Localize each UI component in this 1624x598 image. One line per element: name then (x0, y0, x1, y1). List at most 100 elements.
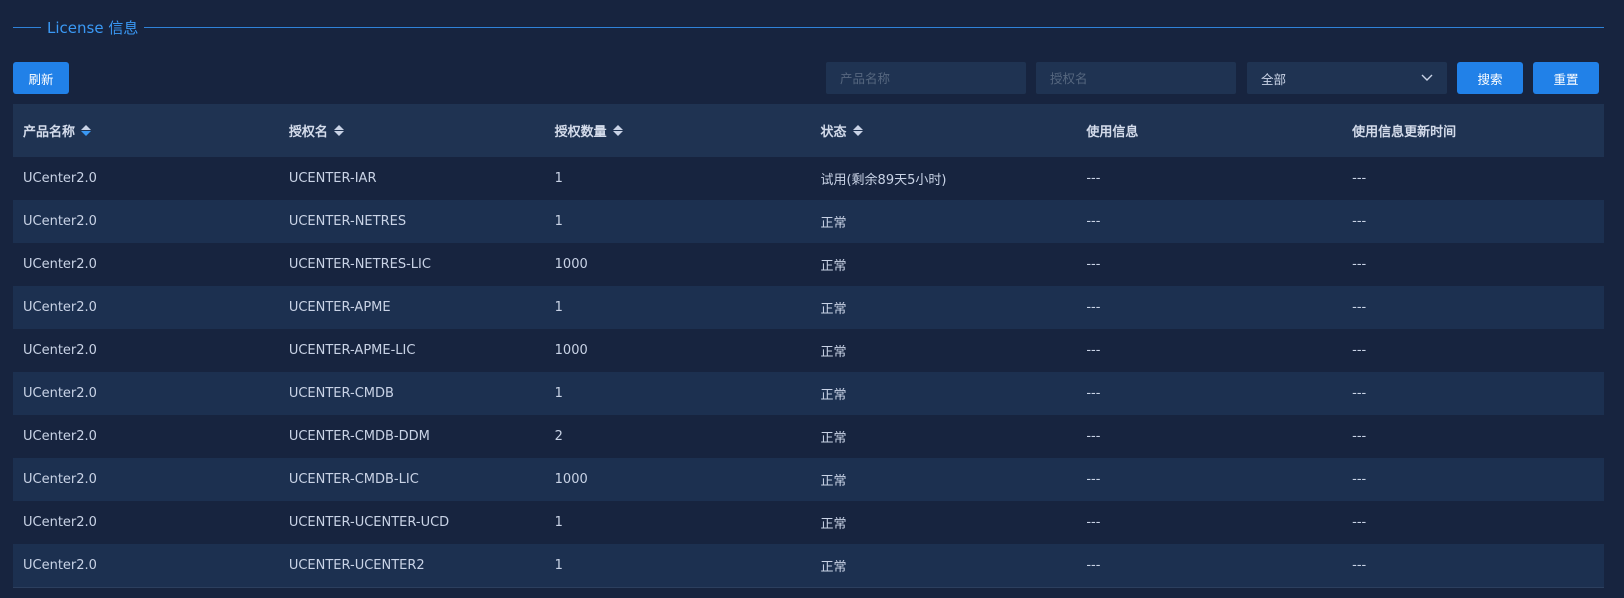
divider (13, 26, 41, 28)
auth-name-cell: UCENTER-APME (288, 300, 391, 315)
auth-name-cell: UCENTER-APME-LIC (288, 343, 416, 358)
section-title: License 信息 (47, 18, 139, 37)
auth-count-cell: 1 (554, 171, 563, 186)
product-name-cell: UCenter2.0 (23, 214, 97, 229)
usage-info-cell: --- (1086, 386, 1101, 401)
column-header-auth-name[interactable]: 授权名 (279, 121, 545, 140)
auth-name-input[interactable] (1036, 62, 1236, 94)
auth-count-cell: 1000 (554, 257, 588, 272)
usage-update-time-cell: --- (1352, 171, 1367, 186)
section-header: License 信息 (13, 14, 1604, 40)
column-header-product[interactable]: 产品名称 (13, 121, 279, 140)
usage-info-cell: --- (1086, 343, 1101, 358)
usage-update-time-cell: --- (1352, 429, 1367, 444)
refresh-button[interactable]: 刷新 (13, 62, 69, 94)
status-cell: 正常 (820, 259, 847, 274)
sort-icon[interactable] (612, 125, 623, 136)
usage-info-cell: --- (1086, 171, 1101, 186)
table-row: UCenter2.0 UCENTER-IAR 1 试用(剩余89天5小时) --- --- (13, 157, 1604, 200)
auth-count-cell: 1000 (554, 343, 588, 358)
column-header-usage-info: 使用信息 (1076, 121, 1342, 140)
toolbar: 刷新 全部 搜索 重置 (13, 62, 1604, 94)
usage-info-cell: --- (1086, 558, 1101, 573)
status-cell: 正常 (820, 216, 847, 231)
usage-info-cell: --- (1086, 300, 1101, 315)
usage-info-cell: --- (1086, 515, 1101, 530)
license-page: License 信息 刷新 全部 搜索 重置 产品名称 授权名 授权数 (0, 0, 1624, 598)
product-name-cell: UCenter2.0 (23, 257, 97, 272)
search-button[interactable]: 搜索 (1457, 62, 1523, 94)
auth-name-cell: UCENTER-CMDB (288, 386, 394, 401)
table-row: UCenter2.0 UCENTER-UCENTER2 1 正常 --- --- (13, 544, 1604, 587)
auth-count-cell: 1 (554, 214, 563, 229)
license-table: 产品名称 授权名 授权数量 状态 使用信息 使用信息更新时间 UCenter2.… (13, 104, 1604, 588)
auth-name-cell: UCENTER-UCENTER2 (288, 558, 425, 573)
usage-update-time-cell: --- (1352, 300, 1367, 315)
auth-name-cell: UCENTER-CMDB-DDM (288, 429, 430, 444)
product-name-input[interactable] (826, 62, 1026, 94)
auth-name-cell: UCENTER-UCENTER-UCD (288, 515, 450, 530)
product-name-cell: UCenter2.0 (23, 343, 97, 358)
table-row: UCenter2.0 UCENTER-NETRES 1 正常 --- --- (13, 200, 1604, 243)
product-name-cell: UCenter2.0 (23, 386, 97, 401)
auth-name-cell: UCENTER-CMDB-LIC (288, 472, 419, 487)
divider (13, 587, 1604, 588)
usage-update-time-cell: --- (1352, 558, 1367, 573)
chevron-down-icon (1421, 72, 1433, 84)
status-cell: 正常 (820, 345, 847, 360)
column-header-label: 使用信息更新时间 (1352, 125, 1457, 140)
status-select[interactable]: 全部 (1247, 62, 1447, 94)
column-header-auth-count[interactable]: 授权数量 (545, 121, 811, 140)
auth-count-cell: 1 (554, 386, 563, 401)
status-select-value: 全部 (1261, 71, 1287, 87)
usage-info-cell: --- (1086, 214, 1101, 229)
column-header-status[interactable]: 状态 (810, 121, 1076, 140)
table-body: UCenter2.0 UCENTER-IAR 1 试用(剩余89天5小时) --- ---… (13, 157, 1604, 587)
status-cell: 正常 (820, 560, 847, 575)
sort-icon[interactable] (852, 125, 863, 136)
divider (144, 26, 1604, 28)
sort-icon[interactable] (81, 125, 92, 136)
auth-count-cell: 1000 (554, 472, 588, 487)
column-header-label: 授权名 (288, 125, 328, 140)
auth-count-cell: 1 (554, 515, 563, 530)
usage-update-time-cell: --- (1352, 386, 1367, 401)
table-row: UCenter2.0 UCENTER-CMDB-LIC 1000 正常 --- --- (13, 458, 1604, 501)
status-cell: 正常 (820, 474, 847, 489)
usage-info-cell: --- (1086, 257, 1101, 272)
auth-name-cell: UCENTER-NETRES-LIC (288, 257, 431, 272)
usage-update-time-cell: --- (1352, 343, 1367, 358)
auth-name-cell: UCENTER-NETRES (288, 214, 407, 229)
product-name-cell: UCenter2.0 (23, 515, 97, 530)
usage-update-time-cell: --- (1352, 472, 1367, 487)
table-row: UCenter2.0 UCENTER-CMDB-DDM 2 正常 --- --- (13, 415, 1604, 458)
status-cell: 正常 (820, 388, 847, 403)
usage-update-time-cell: --- (1352, 515, 1367, 530)
sort-icon[interactable] (333, 125, 344, 136)
status-cell: 正常 (820, 517, 847, 532)
table-header: 产品名称 授权名 授权数量 状态 使用信息 使用信息更新时间 (13, 104, 1604, 157)
table-row: UCenter2.0 UCENTER-UCENTER-UCD 1 正常 --- --- (13, 501, 1604, 544)
auth-count-cell: 1 (554, 300, 563, 315)
table-row: UCenter2.0 UCENTER-NETRES-LIC 1000 正常 --- --- (13, 243, 1604, 286)
usage-update-time-cell: --- (1352, 214, 1367, 229)
table-row: UCenter2.0 UCENTER-APME 1 正常 --- --- (13, 286, 1604, 329)
usage-info-cell: --- (1086, 429, 1101, 444)
auth-name-cell: UCENTER-IAR (288, 171, 377, 186)
status-cell: 正常 (820, 302, 847, 317)
auth-count-cell: 2 (554, 429, 563, 444)
column-header-label: 产品名称 (23, 125, 76, 140)
column-header-usage-update-time: 使用信息更新时间 (1342, 121, 1604, 140)
column-header-label: 使用信息 (1086, 125, 1139, 140)
table-row: UCenter2.0 UCENTER-CMDB 1 正常 --- --- (13, 372, 1604, 415)
usage-info-cell: --- (1086, 472, 1101, 487)
product-name-cell: UCenter2.0 (23, 472, 97, 487)
product-name-cell: UCenter2.0 (23, 300, 97, 315)
column-header-label: 状态 (820, 125, 847, 140)
product-name-cell: UCenter2.0 (23, 429, 97, 444)
status-cell: 正常 (820, 431, 847, 446)
reset-button[interactable]: 重置 (1533, 62, 1599, 94)
product-name-cell: UCenter2.0 (23, 171, 97, 186)
column-header-label: 授权数量 (554, 125, 607, 140)
usage-update-time-cell: --- (1352, 257, 1367, 272)
